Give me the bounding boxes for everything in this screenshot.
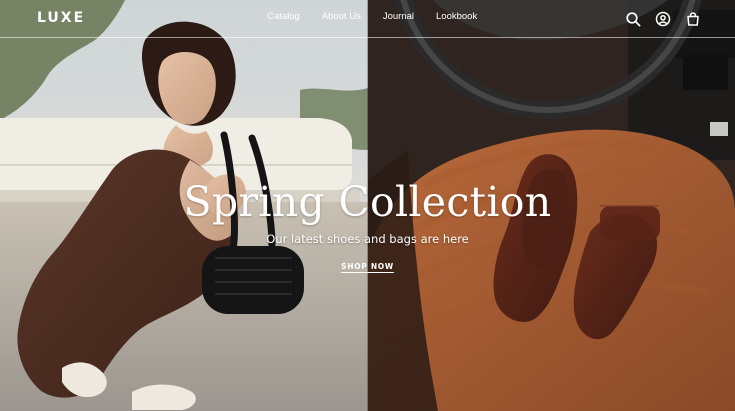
site-header: LUXE Catalog About Us Journal Lookbook [0,0,735,38]
header-icons [625,11,701,27]
nav-journal[interactable]: Journal [383,11,414,22]
hero-copy: Spring Collection Our latest shoes and b… [0,178,735,273]
bag-icon[interactable] [685,11,701,27]
hero: LUXE Catalog About Us Journal Lookbook S… [0,0,735,411]
account-icon[interactable] [655,11,671,27]
hero-subtitle: Our latest shoes and bags are here [266,232,469,246]
nav-catalog[interactable]: Catalog [267,11,300,22]
search-icon[interactable] [625,11,641,27]
hero-title: Spring Collection [183,178,552,226]
nav-lookbook[interactable]: Lookbook [436,11,477,22]
main-nav: Catalog About Us Journal Lookbook [267,11,477,22]
nav-about-us[interactable]: About Us [322,11,361,22]
shop-now-link[interactable]: SHOP NOW [341,262,394,273]
logo[interactable]: LUXE [37,10,85,26]
